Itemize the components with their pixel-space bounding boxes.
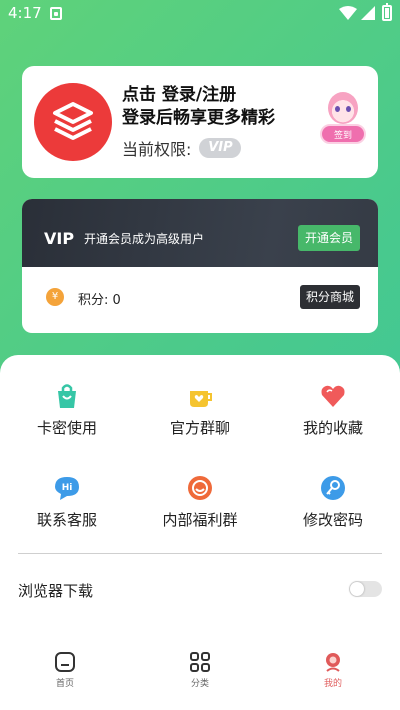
login-register-link[interactable]: 登录/注册	[162, 85, 236, 105]
home-icon	[55, 652, 75, 672]
status-bar: 4:17	[0, 0, 400, 28]
menu-item-label: 卡密使用	[36, 419, 97, 437]
profile-icon	[326, 653, 340, 672]
points-balance: 积分: 0	[78, 293, 121, 308]
tab-home[interactable]: 首页	[30, 651, 100, 689]
app-logo[interactable]	[34, 83, 112, 161]
shopping-bag-icon	[58, 384, 76, 408]
menu-item-label: 内部福利群	[162, 511, 238, 529]
tab-mine[interactable]: 我的	[298, 651, 368, 689]
browser-download-label: 浏览器下载	[18, 582, 94, 600]
points-mall-button[interactable]: 积分商城	[300, 285, 360, 309]
profile-text: 点击 登录/注册 登录后畅享更多精彩 当前权限: VIP	[122, 84, 275, 160]
vip-card: VIP 开通会员成为高级用户 开通会员 ¥ 积分: 0 积分商城	[22, 199, 378, 333]
menu-item-card-code[interactable]: 卡密使用	[7, 379, 127, 449]
vip-title: VIP	[44, 229, 75, 248]
menu-item-official-group[interactable]: 官方群聊	[140, 379, 260, 449]
checkin-label: 签到	[320, 124, 366, 144]
menu-item-favorites[interactable]: 我的收藏	[273, 379, 393, 449]
points-row: ¥ 积分: 0 积分商城	[22, 267, 378, 333]
heart-icon	[321, 385, 345, 407]
login-benefit-text: 登录后畅享更多精彩	[122, 108, 275, 128]
permission-row: 当前权限: VIP	[122, 136, 275, 160]
tab-category[interactable]: 分类	[165, 651, 235, 689]
heart-cup-icon	[190, 391, 212, 407]
browser-download-toggle[interactable]	[349, 581, 382, 597]
grid-icon	[190, 652, 210, 672]
svg-text:Hi: Hi	[62, 483, 73, 493]
key-icon	[321, 476, 345, 500]
coin-icon: ¥	[46, 288, 64, 306]
tab-label: 首页	[55, 679, 74, 689]
tab-label: 分类	[190, 679, 209, 689]
open-membership-button[interactable]: 开通会员	[298, 225, 360, 251]
divider	[18, 553, 382, 554]
signal-icon	[361, 6, 375, 20]
menu-item-label: 官方群聊	[169, 419, 230, 437]
menu-item-label: 修改密码	[302, 511, 363, 529]
tab-label: 我的	[323, 679, 342, 689]
notification-icon	[50, 7, 62, 20]
wifi-icon	[339, 6, 357, 20]
smile-icon	[188, 476, 212, 500]
battery-icon	[382, 3, 392, 21]
menu-item-label: 联系客服	[36, 511, 97, 529]
login-prompt-prefix: 点击	[122, 85, 162, 105]
menu-item-welfare-group[interactable]: 内部福利群	[140, 471, 260, 541]
vip-banner: VIP 开通会员成为高级用户 开通会员	[22, 199, 378, 267]
menu-sheet: 卡密使用 官方群聊 我的收藏 Hi 联系客服 内部福利群 修改密码 浏览器下载 …	[0, 355, 400, 710]
bottom-tab-bar: 首页 分类 我的	[0, 645, 400, 705]
checkin-button[interactable]: 签到	[318, 92, 368, 152]
status-time: 4:17	[8, 4, 42, 22]
permission-label: 当前权限:	[122, 140, 192, 159]
mascot-avatar-icon	[328, 92, 358, 124]
login-prompt: 点击 登录/注册	[122, 84, 275, 107]
vip-status-badge: VIP	[199, 138, 242, 158]
menu-item-change-password[interactable]: 修改密码	[273, 471, 393, 541]
menu-item-label: 我的收藏	[302, 419, 363, 437]
vip-description: 开通会员成为高级用户	[84, 232, 205, 246]
profile-card[interactable]: 点击 登录/注册 登录后畅享更多精彩 当前权限: VIP 签到	[22, 66, 378, 178]
chat-bubble-icon: Hi	[55, 477, 79, 500]
stack-logo-icon	[53, 102, 93, 140]
menu-item-customer-service[interactable]: Hi 联系客服	[7, 471, 127, 541]
